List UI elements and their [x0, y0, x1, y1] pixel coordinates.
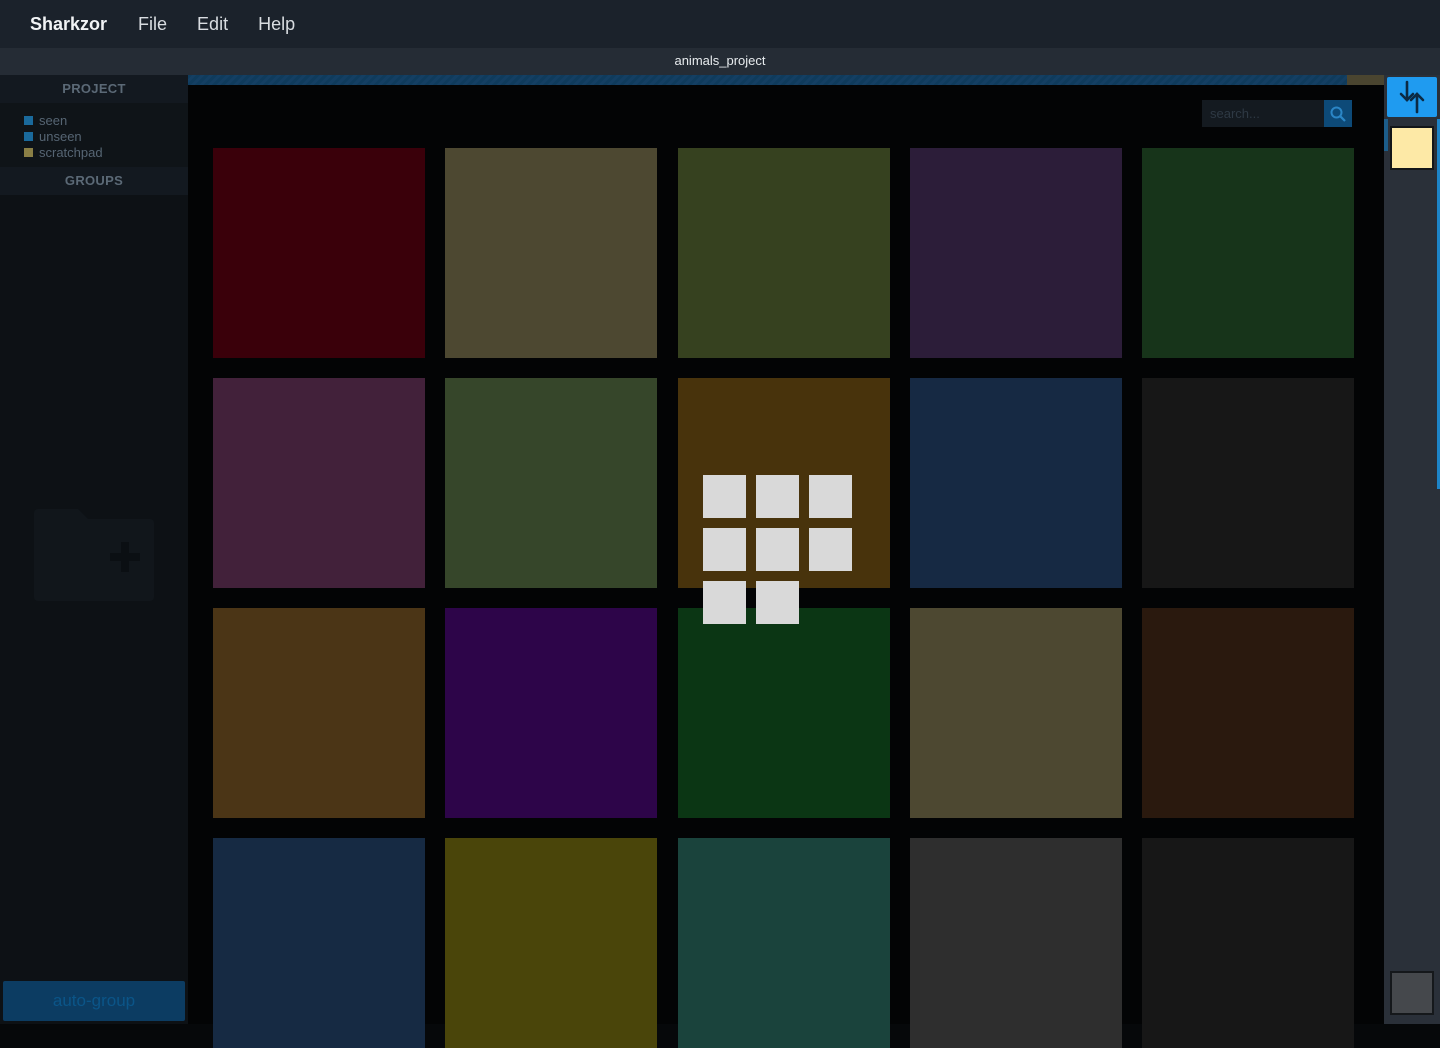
image-tile[interactable]: [678, 378, 890, 588]
groups-header: GROUPS: [0, 167, 188, 195]
image-tile[interactable]: [1142, 608, 1354, 818]
project-item-label: scratchpad: [39, 144, 103, 160]
folder-plus-icon: [34, 509, 154, 601]
search-icon: [1330, 106, 1346, 122]
project-item-label: unseen: [39, 128, 82, 144]
project-item-unseen[interactable]: unseen: [24, 128, 188, 144]
menu-help[interactable]: Help: [258, 14, 295, 35]
progress-bar: [188, 75, 1384, 85]
seen-swatch: [24, 115, 33, 125]
app-brand: Sharkzor: [30, 13, 108, 34]
image-tile[interactable]: [213, 148, 425, 358]
right-panel: [1384, 75, 1440, 1024]
search-input[interactable]: [1202, 100, 1324, 127]
image-tile[interactable]: [1142, 148, 1354, 358]
image-tile[interactable]: [445, 838, 657, 1048]
image-tile[interactable]: [910, 148, 1122, 358]
search-box: [1202, 100, 1352, 127]
add-group-button[interactable]: [34, 505, 156, 605]
swap-vertical-icon: [1399, 80, 1425, 114]
auto-group-button[interactable]: auto-group: [3, 981, 185, 1021]
menu-edit[interactable]: Edit: [197, 14, 228, 35]
project-title-bar: animals_project: [0, 48, 1440, 75]
search-button[interactable]: [1324, 100, 1352, 127]
image-tile[interactable]: [678, 148, 890, 358]
image-tile[interactable]: [910, 378, 1122, 588]
menu-bar: Sharkzor File Edit Help: [0, 0, 1440, 48]
project-item-label: seen: [39, 112, 68, 128]
image-tile[interactable]: [678, 838, 890, 1048]
active-indicator: [1384, 119, 1388, 151]
image-tile[interactable]: [1142, 838, 1354, 1048]
menu-file[interactable]: File: [138, 14, 167, 35]
image-tile[interactable]: [910, 838, 1122, 1048]
project-item-scratchpad[interactable]: scratchpad: [24, 144, 188, 160]
group-swatch-gray[interactable]: [1390, 971, 1434, 1015]
main-area: [188, 75, 1384, 1048]
progress-segment-scratchpad: [1347, 75, 1384, 85]
project-header: PROJECT: [0, 75, 188, 103]
group-swatch-yellow[interactable]: [1390, 126, 1434, 170]
unseen-swatch: [24, 131, 33, 141]
scratchpad-swatch: [24, 147, 33, 157]
project-item-seen[interactable]: seen: [24, 112, 188, 128]
image-tile[interactable]: [445, 148, 657, 358]
image-tile[interactable]: [213, 838, 425, 1048]
image-tile[interactable]: [910, 608, 1122, 818]
swap-order-button[interactable]: [1387, 77, 1437, 117]
image-tile[interactable]: [1142, 378, 1354, 588]
image-tile[interactable]: [678, 608, 890, 818]
image-tile[interactable]: [445, 378, 657, 588]
project-title: animals_project: [674, 53, 766, 68]
image-tile[interactable]: [213, 608, 425, 818]
project-list: seen unseen scratchpad: [0, 103, 188, 167]
image-tile[interactable]: [213, 378, 425, 588]
sidebar: PROJECT seen unseen scratchpad GROUPS au…: [0, 75, 188, 1024]
image-tile[interactable]: [445, 608, 657, 818]
